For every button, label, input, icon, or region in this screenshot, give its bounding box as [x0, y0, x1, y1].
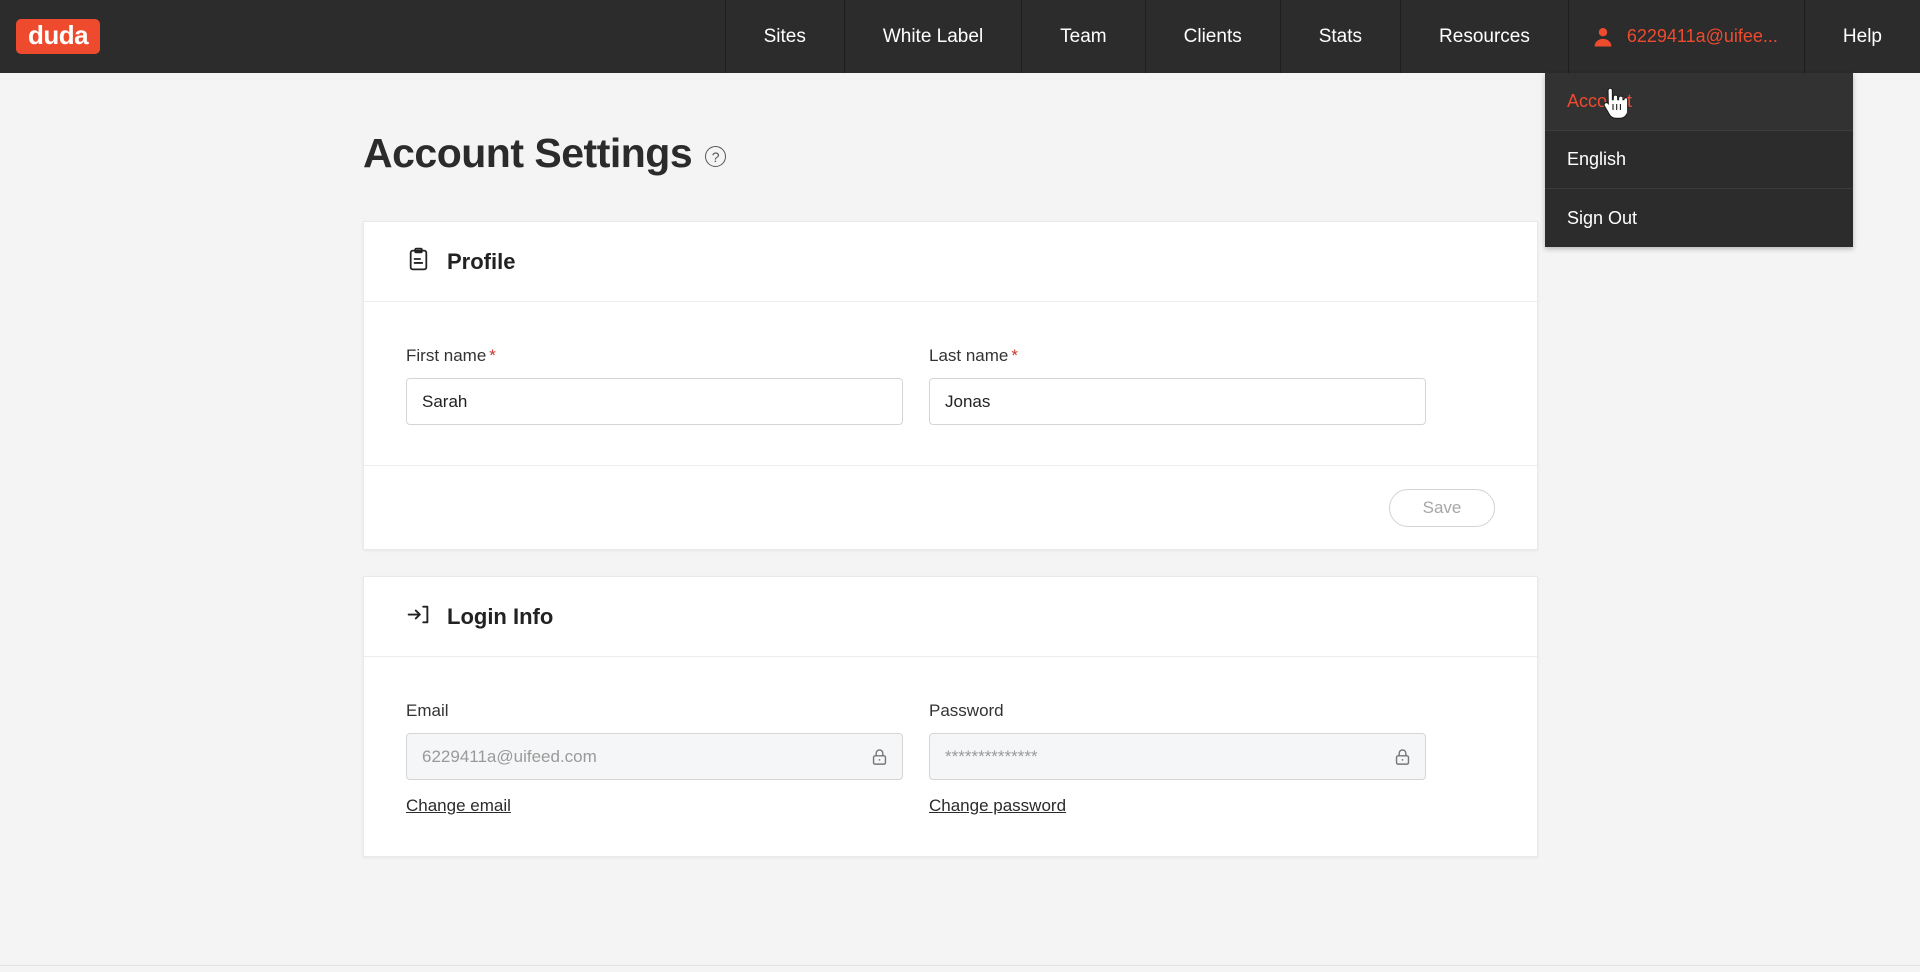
nav-item-resources[interactable]: Resources — [1400, 0, 1568, 73]
top-navigation-bar: duda Sites White Label Team Clients Stat… — [0, 0, 1920, 73]
required-asterisk: * — [1011, 346, 1019, 365]
first-name-field-group: First name * — [406, 346, 903, 425]
profile-card-body: First name* Last name* — [364, 302, 1537, 465]
login-arrow-icon — [406, 602, 431, 632]
nav-items: Sites White Label Team Clients Stats Res… — [724, 0, 1920, 73]
login-info-card-title: Login Info — [447, 603, 554, 629]
change-password-link[interactable]: Change password — [929, 796, 1066, 816]
profile-card-title: Profile — [447, 248, 516, 274]
menu-item-label: English — [1567, 149, 1627, 169]
last-name-input[interactable] — [929, 378, 1426, 425]
nav-item-label: Clients — [1183, 25, 1242, 47]
last-name-label: Last name * — [929, 346, 1426, 366]
last-name-field-group: Last name * — [929, 346, 1426, 425]
profile-card-footer: Save — [364, 465, 1537, 549]
person-icon — [1591, 25, 1615, 49]
page-title-row: Account Settings ? — [363, 130, 1538, 177]
email-field — [406, 733, 903, 780]
question-mark-circle-icon[interactable]: ? — [705, 146, 727, 167]
nav-item-label: Stats — [1318, 25, 1363, 47]
nav-item-white-label[interactable]: White Label — [843, 0, 1021, 73]
menu-item-label: Sign Out — [1567, 207, 1638, 228]
nav-item-stats[interactable]: Stats — [1279, 0, 1400, 73]
login-info-card-body: Email Change email — [364, 657, 1537, 856]
login-info-card-header: Login Info — [364, 577, 1537, 657]
first-name-label: First name * — [406, 346, 903, 366]
nav-item-account[interactable]: 6229411a@uifee... — [1567, 0, 1804, 73]
profile-card-header: Profile — [364, 222, 1537, 302]
password-field — [929, 733, 1426, 780]
content-column: Account Settings ? Profile First name * … — [363, 73, 1538, 883]
password-field-group: Password Change password — [929, 701, 1426, 816]
nav-item-sites[interactable]: Sites — [724, 0, 844, 73]
nav-item-team[interactable]: Team — [1021, 0, 1144, 73]
email-input-wrap — [406, 733, 903, 780]
first-name-input[interactable] — [406, 378, 903, 425]
page-title: Account Settings — [363, 130, 693, 176]
nav-item-label: White Label — [882, 25, 984, 47]
account-dropdown-menu: Account English Sign Out — [1545, 73, 1853, 247]
nav-item-label: Help — [1842, 25, 1882, 47]
account-email-label: 6229411a@uifee... — [1626, 26, 1778, 46]
profile-fields-row: First name* Last name* — [406, 346, 1495, 425]
profile-card: Profile First name* Last name* — [363, 221, 1538, 550]
nav-item-label: Team — [1060, 25, 1107, 47]
duda-logo[interactable]: duda — [16, 18, 101, 55]
login-info-card: Login Info Email 6229411a@uifeed.com Cha… — [363, 576, 1538, 857]
clipboard-icon — [406, 247, 431, 277]
password-input-wrap — [929, 733, 1426, 780]
menu-item-label: Account — [1567, 91, 1633, 111]
nav-item-help[interactable]: Help — [1803, 0, 1920, 73]
login-fields-row: Email Change email — [406, 701, 1495, 816]
first-name-label-text: First name — [406, 346, 487, 365]
nav-item-clients[interactable]: Clients — [1144, 0, 1280, 73]
nav-item-label: Resources — [1439, 25, 1530, 47]
email-label: Email — [406, 701, 449, 720]
change-email-link[interactable]: Change email — [406, 796, 511, 816]
email-field-group: Email Change email — [406, 701, 903, 816]
password-label: Password — [929, 701, 1004, 720]
required-asterisk: * — [489, 346, 496, 365]
logo-container[interactable]: duda — [0, 0, 155, 73]
menu-item-english[interactable]: English — [1545, 131, 1853, 189]
menu-item-sign-out[interactable]: Sign Out — [1545, 189, 1853, 247]
footer-divider — [0, 965, 1920, 966]
menu-item-account[interactable]: Account — [1545, 73, 1853, 131]
nav-item-label: Sites — [763, 25, 806, 47]
last-name-label-text: Last name — [929, 346, 1009, 365]
save-button[interactable]: Save — [1389, 488, 1495, 527]
lock-icon — [1393, 747, 1412, 766]
lock-icon — [870, 747, 889, 766]
